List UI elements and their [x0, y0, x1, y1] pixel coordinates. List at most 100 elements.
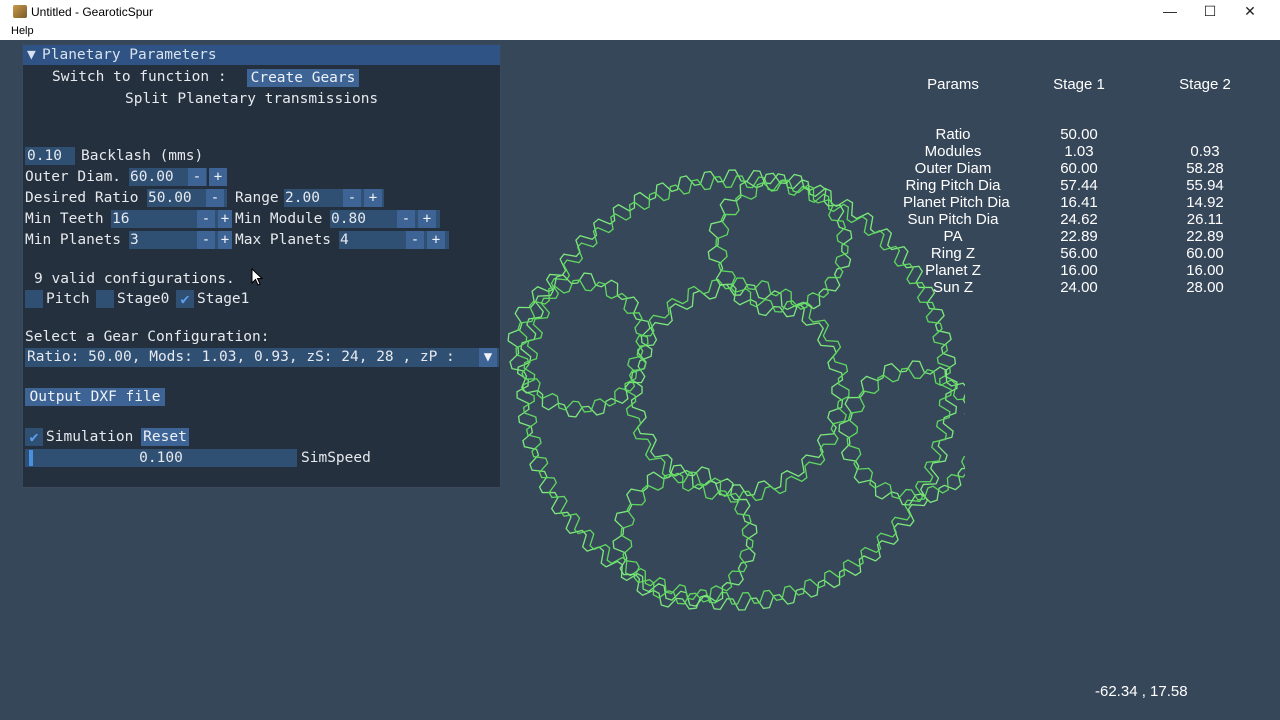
stage1-value: 1.03 [1064, 143, 1094, 160]
panel-title: Planetary Parameters [42, 47, 217, 63]
config-select-value: Ratio: 50.00, Mods: 1.03, 0.93, zS: 24, … [27, 349, 455, 365]
stage1-label: Stage1 [197, 291, 250, 307]
param-name: Ratio [935, 126, 971, 143]
min-teeth-label: Min Teeth [25, 211, 104, 227]
stage1-value: 57.44 [1060, 177, 1098, 194]
reset-button[interactable]: Reset [141, 428, 189, 446]
min-planets-plus-button[interactable]: + [218, 231, 232, 249]
minimize-button[interactable]: — [1150, 0, 1190, 24]
stage1-value: 60.00 [1060, 160, 1098, 177]
min-teeth-minus-button[interactable]: - [197, 210, 215, 228]
mouse-cursor-icon [251, 268, 263, 286]
select-config-label: Select a Gear Configuration: [25, 329, 270, 345]
simspeed-label: SimSpeed [301, 450, 371, 466]
range-plus-button[interactable]: + [364, 189, 382, 207]
planet-gear-stage1 [507, 272, 653, 418]
pitch-checkbox[interactable] [25, 290, 43, 308]
stage2-value: 60.00 [1186, 245, 1224, 262]
stage1-value: 24.00 [1060, 279, 1098, 296]
max-planets-minus-button[interactable]: - [406, 231, 424, 249]
cursor-coordinates: -62.34 , 17.58 [1095, 683, 1188, 700]
close-button[interactable]: ✕ [1230, 0, 1270, 24]
desired-ratio-value: 50.00 [148, 190, 192, 206]
stage1-header: Stage 1 [1053, 76, 1105, 93]
params-header: Params [927, 76, 979, 93]
param-name: Ring Z [930, 245, 976, 262]
sun-gear-stage2 [624, 277, 850, 503]
simspeed-value: 0.100 [139, 450, 183, 466]
stage2-value: 58.28 [1186, 160, 1224, 177]
min-teeth-value: 16 [112, 211, 130, 227]
outer-diam-minus-button[interactable]: - [188, 168, 206, 186]
app-icon [13, 5, 27, 18]
output-dxf-button[interactable]: Output DXF file [25, 388, 165, 406]
ring-gear-stage2 [522, 175, 952, 605]
param-name: Planet Z [925, 262, 981, 279]
outer-diam-plus-button[interactable]: + [209, 168, 227, 186]
gear-drawing [507, 169, 965, 611]
min-teeth-plus-button[interactable]: + [218, 210, 232, 228]
param-name: PA [943, 228, 963, 245]
desired-ratio-minus-button[interactable]: - [206, 189, 224, 207]
panel-subtitle: Split Planetary transmissions [125, 91, 379, 107]
max-planets-plus-button[interactable]: + [427, 231, 445, 249]
min-module-value: 0.80 [331, 211, 366, 227]
desired-ratio-label: Desired Ratio [25, 190, 139, 206]
stage2-value: 26.11 [1186, 211, 1224, 228]
stage2-value: 16.00 [1186, 262, 1224, 279]
param-name: Ring Pitch Dia [905, 177, 1001, 194]
backlash-value: 0.10 [27, 148, 62, 164]
stage2-value: 28.00 [1186, 279, 1224, 296]
stage2-value: 0.93 [1190, 143, 1220, 160]
stage1-value: 22.89 [1060, 228, 1098, 245]
stage1-value: 16.00 [1060, 262, 1098, 279]
stage2-header: Stage 2 [1179, 76, 1231, 93]
param-name: Sun Z [932, 279, 974, 296]
stage1-value: 50.00 [1060, 126, 1098, 143]
min-module-minus-button[interactable]: - [397, 210, 415, 228]
valid-configurations-text: 9 valid configurations. [34, 271, 235, 287]
min-module-label: Min Module [235, 211, 323, 227]
param-name: Planet Pitch Dia [903, 194, 1010, 211]
param-name: Sun Pitch Dia [907, 211, 999, 228]
ring-gear-stage1 [516, 169, 958, 611]
min-module-plus-button[interactable]: + [418, 210, 436, 228]
backlash-label: Backlash (mms) [81, 148, 204, 164]
min-planets-minus-button[interactable]: - [197, 231, 215, 249]
planetary-parameters-panel: ▼ Planetary Parameters Switch to functio… [22, 44, 501, 488]
switch-function-label: Switch to function : [52, 69, 227, 85]
stage2-value: 14.92 [1186, 194, 1224, 211]
min-planets-value: 3 [130, 232, 139, 248]
menu-help[interactable]: Help [11, 25, 34, 37]
range-label: Range [235, 190, 279, 206]
config-dropdown-icon[interactable]: ▼ [479, 348, 497, 367]
stage1-value: 56.00 [1060, 245, 1098, 262]
stage1-value: 24.62 [1060, 211, 1098, 228]
max-planets-label: Max Planets [235, 232, 332, 248]
range-minus-button[interactable]: - [343, 189, 361, 207]
param-name: Modules [924, 143, 982, 160]
sun-gear-stage1 [630, 283, 844, 497]
stage1-value: 16.41 [1060, 194, 1098, 211]
collapse-arrow-icon[interactable]: ▼ [27, 45, 36, 65]
stage0-checkbox[interactable] [96, 290, 114, 308]
min-planets-label: Min Planets [25, 232, 122, 248]
planet-gear-stage1 [707, 172, 853, 318]
stage2-value: 22.89 [1186, 228, 1224, 245]
range-value: 2.00 [285, 190, 320, 206]
maximize-button[interactable]: ☐ [1190, 0, 1230, 24]
title-bar: Untitled - GearoticSpur — ☐ ✕ [0, 0, 1280, 24]
create-gears-button[interactable]: Create Gears [247, 69, 359, 87]
simulation-label: Simulation [46, 429, 134, 445]
window-title: Untitled - GearoticSpur [31, 5, 154, 19]
panel-header[interactable]: ▼ Planetary Parameters [23, 45, 500, 65]
stage0-label: Stage0 [117, 291, 170, 307]
outer-diam-value: 60.00 [130, 169, 174, 185]
stage1-checkbox[interactable]: ✔ [176, 290, 194, 308]
max-planets-value: 4 [340, 232, 349, 248]
stage2-value: 55.94 [1186, 177, 1224, 194]
outer-diam-label: Outer Diam. [25, 169, 122, 185]
simulation-checkbox[interactable]: ✔ [25, 428, 43, 446]
param-name: Outer Diam [914, 160, 992, 177]
pitch-label: Pitch [46, 291, 90, 307]
